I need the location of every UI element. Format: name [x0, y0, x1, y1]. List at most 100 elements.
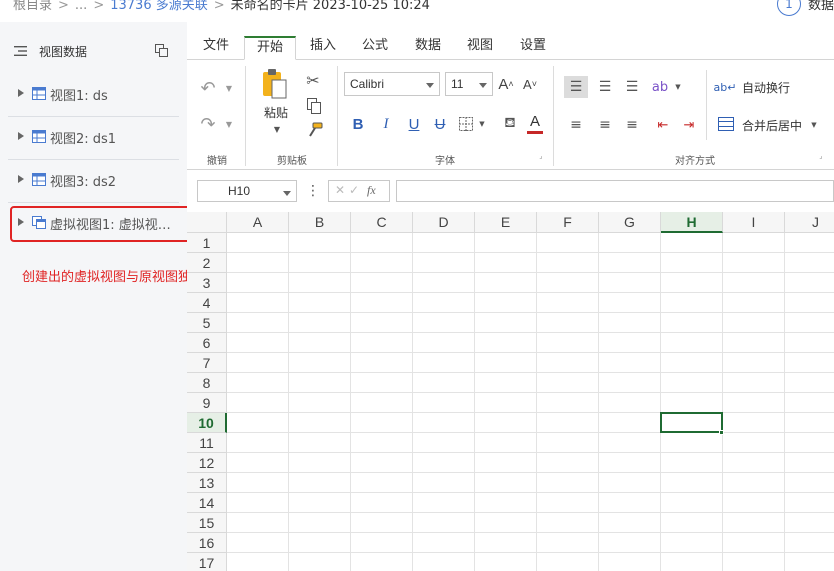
bold-icon[interactable]: B: [349, 114, 367, 134]
increase-font-icon[interactable]: A ˄: [497, 74, 515, 94]
step-number-badge[interactable]: 1: [777, 0, 801, 16]
align-middle-icon[interactable]: ☰: [593, 76, 617, 98]
row-header-14[interactable]: 14: [187, 493, 227, 513]
decrease-font-icon[interactable]: A ˅: [521, 74, 539, 94]
expand-arrow-icon[interactable]: [18, 89, 24, 97]
sheet-grid[interactable]: A B C D E F G H I J 1 2 3 4 5 6 7 8 9 10 11 12 13 14 15 16 17: [187, 212, 834, 571]
grid-line: [227, 452, 834, 453]
tab-home[interactable]: 开始: [244, 36, 296, 60]
column-header-a[interactable]: A: [227, 212, 289, 233]
fill-color-icon[interactable]: ⛾: [501, 114, 519, 134]
formula-input[interactable]: [396, 180, 834, 202]
confirm-icon[interactable]: ✓: [349, 183, 359, 197]
row-header-5[interactable]: 5: [187, 313, 227, 333]
increase-indent-icon[interactable]: ⇥: [679, 114, 699, 136]
tab-formula[interactable]: 公式: [354, 36, 396, 60]
align-bottom-icon[interactable]: ☰: [620, 76, 644, 98]
align-center-icon[interactable]: ≡: [593, 114, 617, 136]
expand-arrow-icon[interactable]: [18, 175, 24, 183]
copy-icon[interactable]: [307, 98, 321, 114]
tab-data[interactable]: 数据: [407, 36, 449, 60]
expand-arrow-icon[interactable]: [18, 132, 24, 140]
column-header-f[interactable]: F: [537, 212, 599, 233]
font-family-select[interactable]: Calibri: [344, 72, 440, 96]
merge-dropdown-icon[interactable]: ▼: [809, 118, 819, 132]
format-painter-icon[interactable]: [307, 122, 323, 138]
row-header-8[interactable]: 8: [187, 373, 227, 393]
undo-icon[interactable]: ↶: [197, 76, 219, 100]
chevron-down-icon: [283, 191, 291, 196]
wrap-text-button[interactable]: 自动换行: [742, 79, 790, 96]
paste-icon[interactable]: [261, 68, 289, 100]
merge-center-icon[interactable]: [718, 117, 734, 131]
copy-view-icon[interactable]: [155, 44, 168, 57]
row-header-3[interactable]: 3: [187, 273, 227, 293]
orientation-dropdown-icon[interactable]: ▼: [673, 80, 683, 94]
sidebar-item-view2[interactable]: 视图2: ds1: [8, 117, 179, 160]
wrap-text-icon[interactable]: ab↵: [714, 76, 737, 98]
tab-settings[interactable]: 设置: [512, 36, 554, 60]
tab-file[interactable]: 文件: [195, 36, 237, 60]
more-options-icon[interactable]: ⋮: [306, 180, 320, 202]
select-all-corner[interactable]: [187, 212, 227, 233]
insert-function-icon[interactable]: fx: [367, 183, 376, 198]
align-left-icon[interactable]: ≡: [564, 114, 588, 136]
column-header-c[interactable]: C: [351, 212, 413, 233]
row-header-4[interactable]: 4: [187, 293, 227, 313]
breadcrumb-project[interactable]: 13736 多源关联: [110, 0, 208, 13]
grid-line: [227, 312, 834, 313]
row-header-11[interactable]: 11: [187, 433, 227, 453]
tab-insert[interactable]: 插入: [302, 36, 344, 60]
font-color-icon[interactable]: A: [527, 112, 543, 134]
column-header-j[interactable]: J: [785, 212, 834, 233]
row-header-10[interactable]: 10: [187, 413, 227, 433]
column-header-b[interactable]: B: [289, 212, 351, 233]
row-header-16[interactable]: 16: [187, 533, 227, 553]
align-dialog-launcher-icon[interactable]: ⌟: [817, 152, 825, 160]
name-box[interactable]: H10: [197, 180, 297, 202]
tab-view[interactable]: 视图: [459, 36, 501, 60]
fill-handle[interactable]: [719, 430, 724, 435]
sidebar-item-view3[interactable]: 视图3: ds2: [8, 160, 179, 203]
row-header-12[interactable]: 12: [187, 453, 227, 473]
row-header-13[interactable]: 13: [187, 473, 227, 493]
paste-dropdown-icon[interactable]: ▼: [271, 124, 283, 134]
undo-dropdown-icon[interactable]: ▼: [223, 80, 235, 96]
border-dropdown-icon[interactable]: ▼: [477, 118, 487, 130]
redo-dropdown-icon[interactable]: ▼: [223, 116, 235, 132]
cut-icon[interactable]: ✂: [303, 70, 323, 90]
active-cell[interactable]: [660, 412, 723, 433]
strikethrough-icon[interactable]: U: [431, 114, 449, 134]
row-header-17[interactable]: 17: [187, 553, 227, 571]
breadcrumb-ellipsis[interactable]: ...: [75, 0, 87, 13]
sidebar-item-view1[interactable]: 视图1: ds: [8, 74, 179, 117]
underline-icon[interactable]: U: [405, 114, 423, 134]
decrease-indent-icon[interactable]: ⇤: [653, 114, 673, 136]
column-header-i[interactable]: I: [723, 212, 785, 233]
text-orientation-icon[interactable]: ab: [650, 76, 670, 98]
column-header-g[interactable]: G: [599, 212, 661, 233]
font-size-select[interactable]: 11: [445, 72, 493, 96]
paste-label[interactable]: 粘贴: [264, 104, 288, 121]
column-header-h[interactable]: H: [661, 212, 723, 233]
italic-icon[interactable]: I: [377, 114, 395, 134]
align-top-icon[interactable]: ☰: [564, 76, 588, 98]
step-label[interactable]: 数据: [808, 0, 834, 13]
row-header-2[interactable]: 2: [187, 253, 227, 273]
cancel-icon[interactable]: ✕: [335, 183, 345, 197]
column-header-e[interactable]: E: [475, 212, 537, 233]
column-header-d[interactable]: D: [413, 212, 475, 233]
row-header-9[interactable]: 9: [187, 393, 227, 413]
row-header-6[interactable]: 6: [187, 333, 227, 353]
merge-center-button[interactable]: 合并后居中: [742, 117, 802, 134]
redo-icon[interactable]: ↷: [197, 112, 219, 136]
grid-line: [227, 512, 834, 513]
row-header-1[interactable]: 1: [187, 233, 227, 253]
row-header-7[interactable]: 7: [187, 353, 227, 373]
row-header-15[interactable]: 15: [187, 513, 227, 533]
align-right-icon[interactable]: ≡: [620, 114, 644, 136]
breadcrumb-root[interactable]: 根目录: [13, 0, 52, 13]
ribbon-tabs: 文件 开始 插入 公式 数据 视图 设置: [187, 32, 834, 60]
font-dialog-launcher-icon[interactable]: ⌟: [537, 152, 545, 160]
border-icon[interactable]: [459, 117, 473, 131]
